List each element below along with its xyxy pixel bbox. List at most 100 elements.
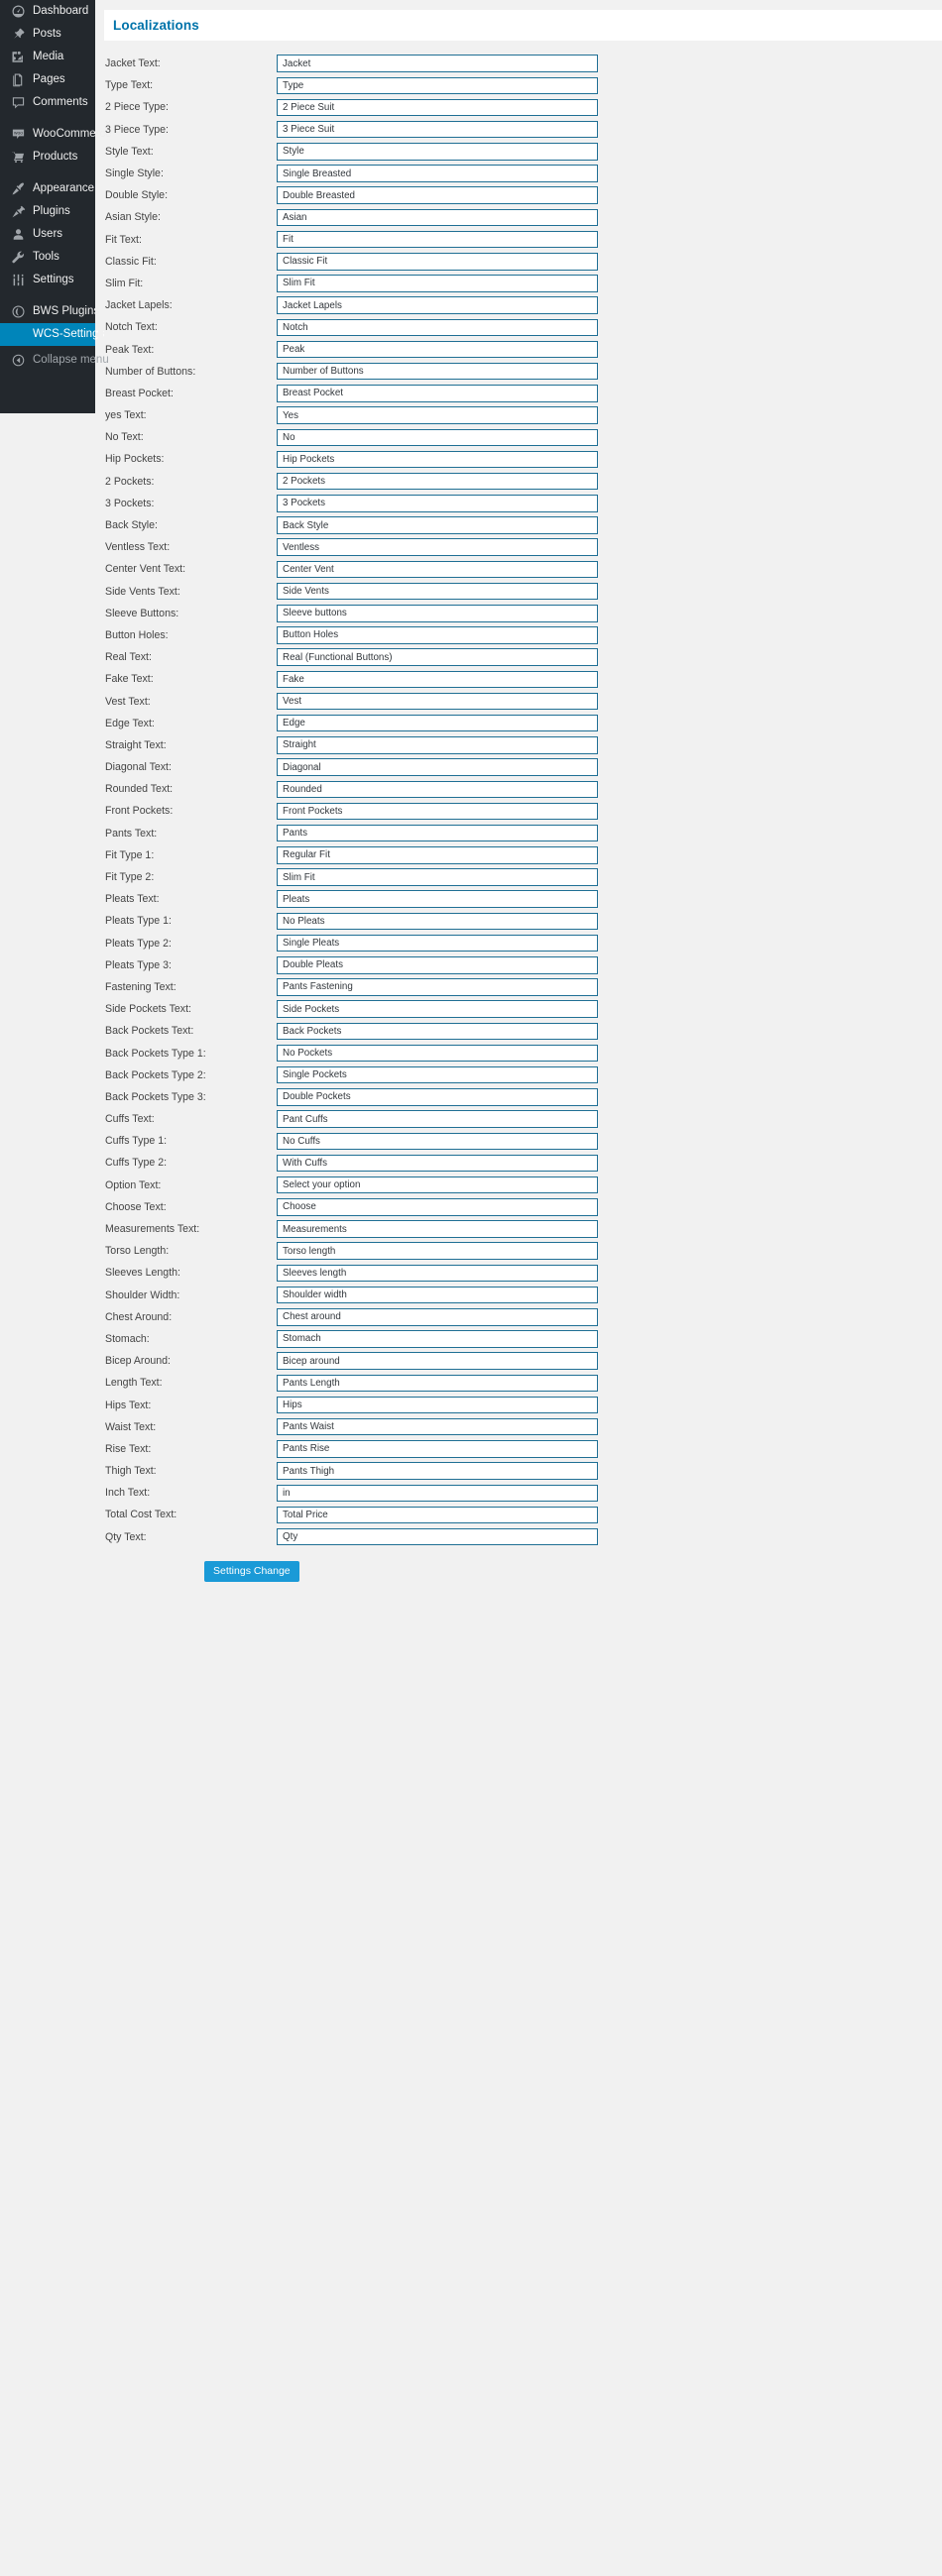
field-input-single-style[interactable] bbox=[277, 165, 598, 182]
field-input-measurements-text[interactable] bbox=[277, 1220, 598, 1238]
field-input-pleats-text[interactable] bbox=[277, 890, 598, 908]
sidebar-item-pages[interactable]: Pages bbox=[0, 68, 95, 91]
field-input-slim-fit[interactable] bbox=[277, 275, 598, 292]
field-input-vest-text[interactable] bbox=[277, 692, 598, 711]
sidebar-item-wcs-settings[interactable]: WCS-Settings bbox=[0, 323, 104, 346]
sidebar-item-collapse-menu[interactable]: Collapse menu bbox=[0, 349, 109, 372]
sidebar-item-dashboard[interactable]: Dashboard bbox=[0, 0, 95, 23]
field-input-diagonal-text[interactable] bbox=[277, 758, 598, 776]
field-label: Jacket Lapels: bbox=[105, 299, 173, 312]
field-input-stomach[interactable] bbox=[277, 1330, 598, 1348]
field-input-choose-text[interactable] bbox=[277, 1198, 598, 1216]
form-row: 3 Pockets: bbox=[95, 493, 942, 514]
field-input-classic-fit[interactable] bbox=[277, 253, 598, 271]
field-input-hips-text[interactable] bbox=[277, 1396, 598, 1414]
field-input-rise-text[interactable] bbox=[277, 1440, 598, 1458]
field-input-sleeves-length[interactable] bbox=[277, 1264, 598, 1283]
field-input-waist-text[interactable] bbox=[277, 1417, 598, 1436]
sidebar-item-settings[interactable]: Settings bbox=[0, 269, 95, 291]
field-input-back-style[interactable] bbox=[277, 516, 598, 534]
field-input-3-pockets[interactable] bbox=[277, 495, 598, 512]
field-input-pants-text[interactable] bbox=[277, 824, 598, 842]
field-input-style-text[interactable] bbox=[277, 143, 598, 161]
field-input-notch-text[interactable] bbox=[277, 318, 598, 337]
field-input-fake-text[interactable] bbox=[277, 670, 598, 689]
field-input-straight-text[interactable] bbox=[277, 736, 598, 754]
field-input-back-pockets-text[interactable] bbox=[277, 1022, 598, 1041]
field-input-number-of-buttons[interactable] bbox=[277, 362, 598, 381]
field-label: Slim Fit: bbox=[105, 277, 144, 289]
field-input-pleats-type-1[interactable] bbox=[277, 912, 598, 931]
field-input-jacket-lapels[interactable] bbox=[277, 296, 598, 314]
field-input-cuffs-text[interactable] bbox=[277, 1110, 598, 1128]
field-input-shoulder-width[interactable] bbox=[277, 1286, 598, 1304]
field-input-center-vent-text[interactable] bbox=[277, 560, 598, 579]
field-input-type-text[interactable] bbox=[277, 76, 598, 95]
field-input-edge-text[interactable] bbox=[277, 714, 598, 732]
field-input-torso-length[interactable] bbox=[277, 1242, 598, 1260]
sidebar-item-comments[interactable]: Comments bbox=[0, 91, 95, 114]
field-input-side-pockets-text[interactable] bbox=[277, 1000, 598, 1018]
field-input-2-piece-type[interactable] bbox=[277, 98, 598, 117]
field-input-thigh-text[interactable] bbox=[277, 1462, 598, 1480]
sidebar-item-appearance[interactable]: Appearance bbox=[0, 177, 95, 200]
sidebar-item-users[interactable]: Users bbox=[0, 223, 95, 246]
sidebar-item-posts[interactable]: Posts bbox=[0, 23, 95, 46]
field-input-3-piece-type[interactable] bbox=[277, 120, 598, 139]
form-row: Back Pockets Text: bbox=[95, 1020, 942, 1042]
field-input-peak-text[interactable] bbox=[277, 340, 598, 359]
field-input-length-text[interactable] bbox=[277, 1374, 598, 1393]
field-input-asian-style[interactable] bbox=[277, 208, 598, 227]
tab-localizations[interactable]: Localizations bbox=[104, 10, 942, 41]
field-input-2-pockets[interactable] bbox=[277, 472, 598, 491]
field-input-fastening-text[interactable] bbox=[277, 978, 598, 996]
field-input-sleeve-buttons[interactable] bbox=[277, 605, 598, 622]
field-label: No Text: bbox=[105, 431, 144, 444]
settings-change-button[interactable]: Settings Change bbox=[204, 1560, 299, 1583]
field-input-cuffs-type-2[interactable] bbox=[277, 1154, 598, 1173]
field-input-hip-pockets[interactable] bbox=[277, 450, 598, 469]
field-label: 3 Piece Type: bbox=[105, 123, 169, 136]
sidebar-item-media[interactable]: Media bbox=[0, 46, 95, 68]
sidebar-item-woocommerce[interactable]: woo WooCommerce bbox=[0, 123, 112, 146]
field-input-inch-text[interactable] bbox=[277, 1484, 598, 1503]
field-input-jacket-text[interactable] bbox=[277, 55, 598, 72]
field-input-fit-type-2[interactable] bbox=[277, 868, 598, 886]
field-input-ventless-text[interactable] bbox=[277, 538, 598, 556]
field-input-option-text[interactable] bbox=[277, 1176, 598, 1194]
field-label: 2 Piece Type: bbox=[105, 101, 169, 114]
field-input-cuffs-type-1[interactable] bbox=[277, 1132, 598, 1151]
field-label: Bicep Around: bbox=[105, 1355, 171, 1368]
field-input-back-pockets-type-2[interactable] bbox=[277, 1065, 598, 1084]
sidebar-item-products[interactable]: Products bbox=[0, 146, 95, 168]
field-label: Breast Pocket: bbox=[105, 387, 174, 399]
field-input-button-holes[interactable] bbox=[277, 626, 598, 644]
field-input-double-style[interactable] bbox=[277, 186, 598, 204]
form-row: Rounded Text: bbox=[95, 778, 942, 800]
form-row: Sleeves Length: bbox=[95, 1262, 942, 1284]
field-input-pleats-type-2[interactable] bbox=[277, 934, 598, 952]
field-input-no-text[interactable] bbox=[277, 428, 598, 447]
field-input-rounded-text[interactable] bbox=[277, 780, 598, 799]
field-input-bicep-around[interactable] bbox=[277, 1352, 598, 1370]
field-label: Torso Length: bbox=[105, 1245, 170, 1258]
field-label: Rise Text: bbox=[105, 1442, 152, 1455]
field-input-real-text[interactable] bbox=[277, 648, 598, 666]
field-input-yes-text[interactable] bbox=[277, 406, 598, 424]
sidebar-item-plugins[interactable]: Plugins bbox=[0, 200, 95, 223]
field-input-chest-around[interactable] bbox=[277, 1308, 598, 1326]
field-input-qty-text[interactable] bbox=[277, 1527, 598, 1546]
field-input-fit-type-1[interactable] bbox=[277, 846, 598, 864]
field-input-fit-text[interactable] bbox=[277, 230, 598, 249]
sidebar-item-bws-plugins[interactable]: BWS Plugins bbox=[0, 300, 99, 323]
field-input-back-pockets-type-1[interactable] bbox=[277, 1044, 598, 1063]
sidebar-item-label: Posts bbox=[33, 28, 61, 40]
field-input-pleats-type-3[interactable] bbox=[277, 956, 598, 974]
field-input-breast-pocket[interactable] bbox=[277, 385, 598, 402]
sidebar-item-tools[interactable]: Tools bbox=[0, 246, 95, 269]
field-input-back-pockets-type-3[interactable] bbox=[277, 1088, 598, 1106]
field-input-side-vents-text[interactable] bbox=[277, 582, 598, 601]
field-input-front-pockets[interactable] bbox=[277, 802, 598, 821]
field-label: Chest Around: bbox=[105, 1310, 173, 1323]
field-input-total-cost-text[interactable] bbox=[277, 1506, 598, 1524]
